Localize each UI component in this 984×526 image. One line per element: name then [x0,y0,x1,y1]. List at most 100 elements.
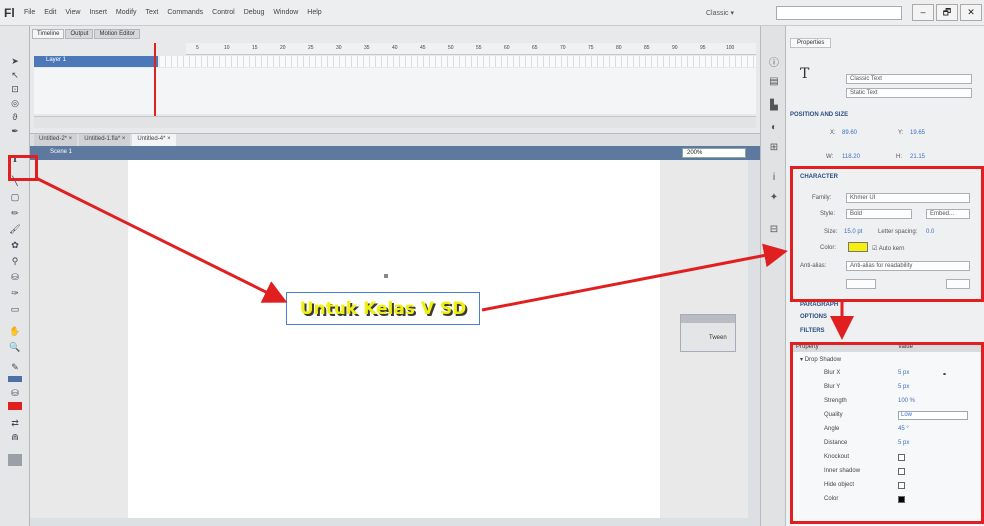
doc-tab-active[interactable]: Untitled-4* × [132,134,176,146]
menu-text[interactable]: Text [146,9,159,16]
tab-output[interactable]: Output [65,29,94,39]
edit-bar: Scene 1 200% [30,146,760,160]
doc-tab[interactable]: Untitled-2* × [34,134,78,146]
stage-canvas[interactable] [128,160,660,518]
pen-tool-icon[interactable]: ✒ [8,126,22,136]
stage-text: Untuk Kelas V SD [299,298,467,319]
hand-tool-icon[interactable]: ✋ [8,326,22,336]
selection-tool-icon[interactable]: ➤ [8,56,22,66]
text-type-select[interactable]: Static Text [846,88,972,98]
horizontal-scrollbar[interactable] [30,518,760,526]
close-button[interactable]: ✕ [960,4,982,21]
layer-row[interactable]: Layer 1 [34,56,158,67]
h-value[interactable]: 21.15 [910,154,925,160]
bone-tool-icon[interactable]: ⚲ [8,256,22,266]
fill-color-icon[interactable]: ⛁ [8,388,22,398]
ruler-tick: 65 [532,45,538,51]
menu-edit[interactable]: Edit [44,9,56,16]
eraser-icon[interactable]: ▭ [8,304,22,314]
timeline-tabs: Timeline Output Motion Editor [32,29,140,39]
tab-timeline[interactable]: Timeline [32,29,65,39]
menu-help[interactable]: Help [307,9,321,16]
section-filters[interactable]: FILTERS [800,328,825,334]
w-label: W: [826,154,834,160]
tween-label: Tween [709,335,727,341]
lasso-tool-icon[interactable]: ϑ [8,112,22,122]
x-label: X: [830,130,836,136]
ruler-tick: 100 [726,45,735,51]
menu-insert[interactable]: Insert [89,9,107,16]
section-options[interactable]: OPTIONS [800,314,827,320]
stage-text-field[interactable]: Untuk Kelas V SD [286,292,480,325]
paint-bucket-icon[interactable]: ⛁ [8,272,22,282]
ruler-tick: 80 [616,45,622,51]
brush-tool-icon[interactable]: 🖌 [8,224,22,234]
zoom-tool-icon[interactable]: 🔍 [8,342,22,352]
window-controls: – 🗗 ✕ [912,4,982,21]
3d-rotation-icon[interactable]: ◎ [8,98,22,108]
free-transform-icon[interactable]: ⊡ [8,84,22,94]
panel-header[interactable] [681,315,735,323]
menu-modify[interactable]: Modify [116,9,137,16]
stroke-color-icon[interactable]: ✎ [8,362,22,372]
section-position[interactable]: POSITION AND SIZE [790,112,848,118]
restore-button[interactable]: 🗗 [936,4,958,21]
menu-file[interactable]: File [24,9,35,16]
properties-panel-icon[interactable]: ⓘ [767,58,781,70]
transform-panel-icon[interactable]: ⊞ [767,142,781,154]
stroke-color-swatch[interactable] [8,376,22,382]
y-label: Y: [898,130,904,136]
subselection-tool-icon[interactable]: ↖ [8,70,22,80]
panel-dock: ⓘ ▤ ▙ ◐ ⊞ ⅰ ✦ ⊟ [760,26,786,526]
options-icon[interactable] [8,454,22,466]
timeline-controls[interactable] [34,116,756,128]
h-label: H: [896,154,902,160]
tab-motion-editor[interactable]: Motion Editor [94,29,140,39]
tab-properties[interactable]: Properties [790,38,832,48]
swap-colors-icon[interactable]: ⇄ [8,418,22,428]
ruler-tick: 55 [476,45,482,51]
layer-name[interactable]: Layer 1 [46,57,66,63]
eyedropper-icon[interactable]: ✑ [8,288,22,298]
tools-panel: ➤ ↖ ⊡ ◎ ϑ ✒ T ╲ ▢ ✏ 🖌 ✿ ⚲ ⛁ ✑ ▭ ✋ 🔍 ✎ ⛁ … [0,26,30,526]
menu-window[interactable]: Window [273,9,298,16]
menu-debug[interactable]: Debug [244,9,265,16]
scene-label[interactable]: Scene 1 [50,149,72,155]
fill-color-swatch[interactable] [8,402,22,410]
playhead[interactable] [154,43,156,119]
text-engine-select[interactable]: Classic Text [846,74,972,84]
library-panel-icon[interactable]: ▤ [767,76,781,88]
menu-commands[interactable]: Commands [167,9,203,16]
help-search-input[interactable] [776,6,902,20]
minimize-button[interactable]: – [912,4,934,21]
frame-strip[interactable] [160,56,756,67]
color-panel-icon[interactable]: ◐ [767,122,781,134]
pencil-tool-icon[interactable]: ✏ [8,208,22,218]
ruler-tick: 25 [308,45,314,51]
motion-presets-panel[interactable]: Tween [680,314,736,352]
components-panel-icon[interactable]: ⊟ [767,224,781,236]
menu-list: File Edit View Insert Modify Text Comman… [24,9,322,16]
vertical-scrollbar[interactable] [748,160,760,518]
document-tabs: Untitled-2* × Untitled-1.fla* × Untitled… [30,134,760,146]
w-value[interactable]: 118.20 [842,154,860,160]
frame-ruler[interactable]: 5 10 15 20 25 30 35 40 45 50 55 60 65 70… [186,43,756,55]
flash-logo: Fl [4,6,15,20]
deco-tool-icon[interactable]: ✿ [8,240,22,250]
workspace-switcher[interactable]: Classic ▾ [706,9,734,17]
zoom-select[interactable]: 200% [682,148,746,158]
character-section-highlight [790,166,984,302]
rectangle-tool-icon[interactable]: ▢ [8,192,22,202]
menu-control[interactable]: Control [212,9,235,16]
menu-view[interactable]: View [65,9,80,16]
ruler-tick: 10 [224,45,230,51]
ruler-tick: 50 [448,45,454,51]
x-value[interactable]: 89.60 [842,130,857,136]
info-panel-icon[interactable]: ⅰ [767,172,781,184]
motion-presets-icon[interactable]: ✦ [767,192,781,204]
align-panel-icon[interactable]: ▙ [767,100,781,112]
doc-tab[interactable]: Untitled-1.fla* × [79,134,131,146]
y-value[interactable]: 19.65 [910,130,925,136]
section-paragraph[interactable]: PARAGRAPH [800,302,838,308]
snap-magnet-icon[interactable]: ⋒ [8,432,22,442]
